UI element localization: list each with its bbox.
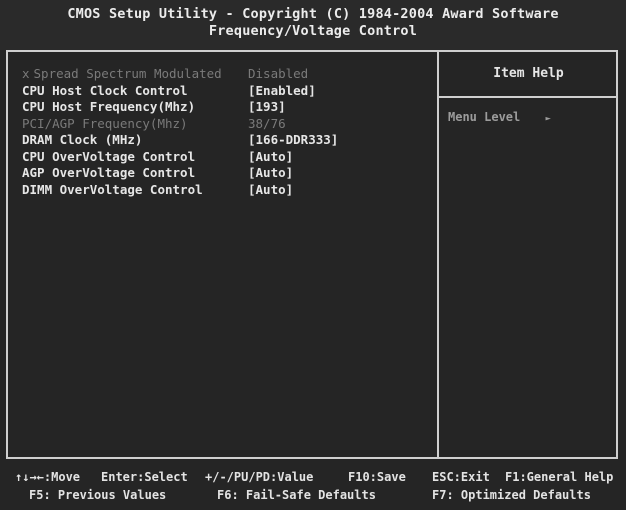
key-legend-line-1: ↑↓→←:Move Enter:Select +/-/PU/PD:Value F… — [0, 468, 626, 486]
setting-label: DRAM Clock (MHz) — [22, 132, 143, 147]
setting-label: Spread Spectrum Modulated — [33, 66, 222, 81]
key-value: +/-/PU/PD:Value — [205, 470, 314, 484]
setting-label: CPU Host Frequency(Mhz) — [22, 99, 196, 114]
setting-label: DIMM OverVoltage Control — [22, 181, 203, 197]
key-move: ↑↓→←:Move — [15, 470, 81, 484]
page-title: Frequency/Voltage Control — [208, 23, 418, 39]
item-help-title: Item Help — [439, 52, 618, 98]
key-save: F10:Save — [348, 470, 406, 484]
main-frame: x Spread Spectrum Modulated Disabled CPU … — [6, 50, 618, 459]
setting-cpu-host-clock-control[interactable]: CPU Host Clock Control [Enabled] — [22, 83, 432, 100]
key-general-help: F1:General Help — [505, 470, 614, 484]
setting-value[interactable]: [166-DDR333] — [248, 132, 338, 149]
setting-label: CPU Host Clock Control — [22, 82, 188, 98]
setting-dram-clock[interactable]: DRAM Clock (MHz) [166-DDR333] — [22, 132, 432, 149]
setting-value: Disabled — [248, 66, 309, 81]
setting-pci-agp-frequency: PCI/AGP Frequency(Mhz) 38/76 — [22, 116, 432, 133]
menu-level-label: Menu Level — [448, 110, 521, 124]
key-previous-values: F5: Previous Values — [29, 488, 167, 502]
setting-value[interactable]: [Enabled] — [248, 83, 316, 100]
title-bar: CMOS Setup Utility - Copyright (C) 1984-… — [0, 0, 626, 50]
x-marker: x — [22, 66, 30, 81]
setting-value: 38/76 — [248, 115, 286, 131]
key-optimized-defaults: F7: Optimized Defaults — [432, 488, 591, 502]
item-help-body: Menu Level ► — [448, 110, 551, 124]
menu-level-arrow-icon: ► — [545, 114, 551, 124]
setting-dimm-overvoltage[interactable]: DIMM OverVoltage Control [Auto] — [22, 182, 432, 199]
key-legend: ↑↓→←:Move Enter:Select +/-/PU/PD:Value F… — [0, 468, 626, 504]
setting-cpu-host-frequency[interactable]: CPU Host Frequency(Mhz) [193] — [22, 99, 432, 116]
setting-value[interactable]: [Auto] — [248, 149, 293, 166]
setting-agp-overvoltage[interactable]: AGP OverVoltage Control [Auto] — [22, 165, 432, 182]
setting-label: PCI/AGP Frequency(Mhz) — [22, 115, 188, 131]
setting-cpu-overvoltage[interactable]: CPU OverVoltage Control [Auto] — [22, 149, 432, 166]
key-exit: ESC:Exit — [432, 470, 490, 484]
setting-spread-spectrum: x Spread Spectrum Modulated Disabled — [22, 66, 432, 83]
setting-value[interactable]: [Auto] — [248, 165, 293, 182]
setting-value[interactable]: [Auto] — [248, 182, 293, 199]
setting-label: CPU OverVoltage Control — [22, 148, 196, 164]
key-legend-line-2: F5: Previous Values F6: Fail-Safe Defaul… — [0, 486, 626, 504]
settings-list: x Spread Spectrum Modulated Disabled CPU … — [22, 66, 432, 198]
key-failsafe-defaults: F6: Fail-Safe Defaults — [217, 488, 376, 502]
setting-label: AGP OverVoltage Control — [22, 165, 196, 180]
key-select: Enter:Select — [101, 470, 188, 484]
bios-screen: CMOS Setup Utility - Copyright (C) 1984-… — [0, 0, 626, 510]
setting-value[interactable]: [193] — [248, 99, 286, 116]
title-line-1: CMOS Setup Utility - Copyright (C) 1984-… — [67, 6, 559, 22]
panel-divider — [437, 52, 439, 457]
